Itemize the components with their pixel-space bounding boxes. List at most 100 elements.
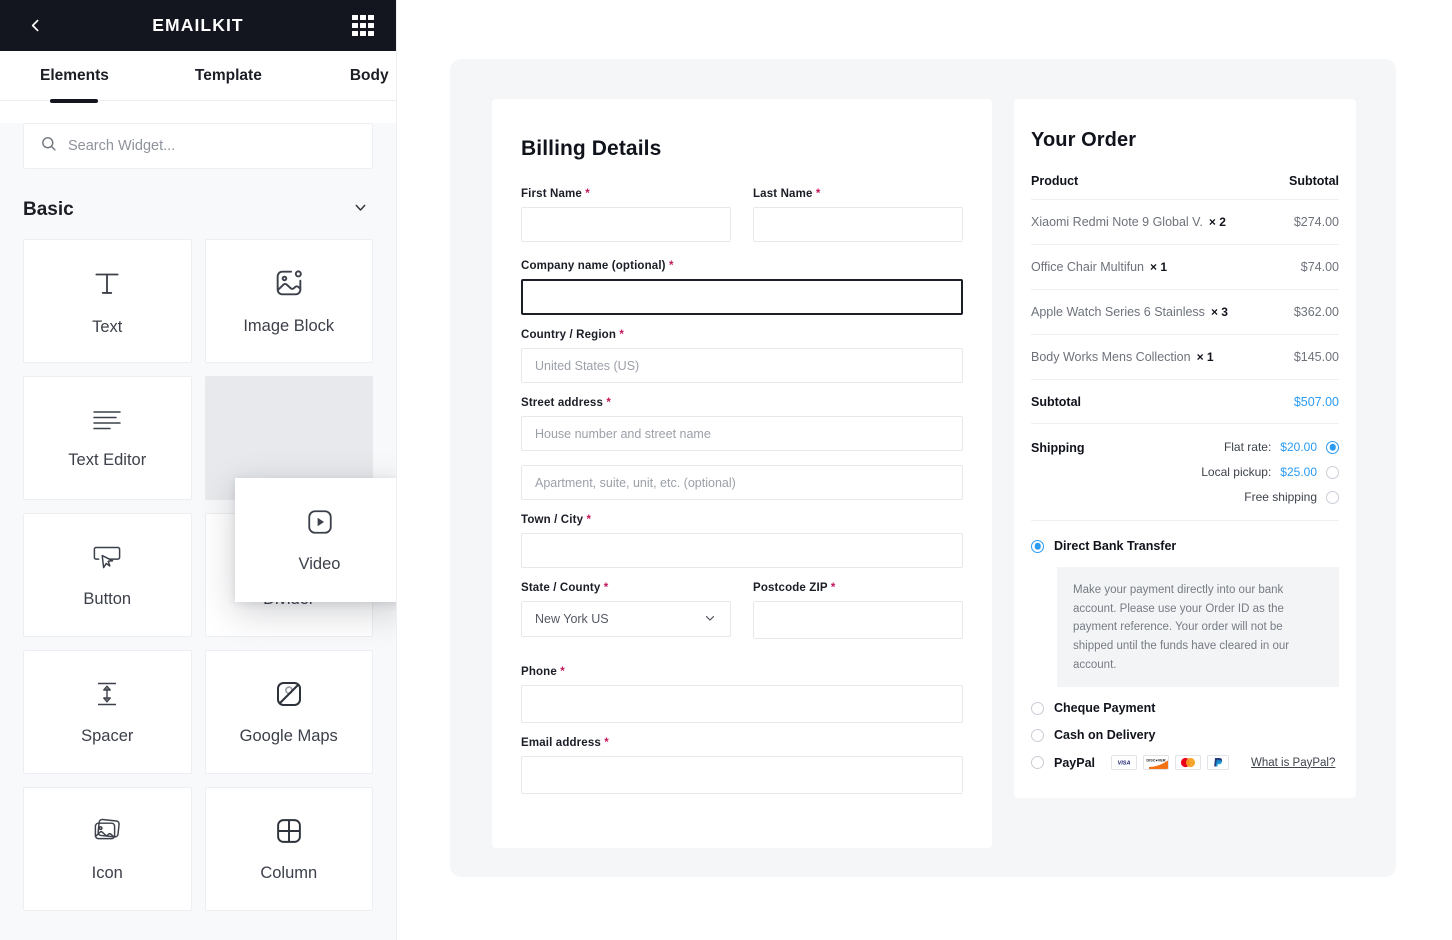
widget-card-image-block[interactable]: Image Block [204, 239, 373, 363]
chevron-down-icon[interactable] [352, 199, 369, 221]
order-title: Your Order [1031, 129, 1137, 151]
field-town-city: Town / City * [521, 514, 963, 568]
radio-direct-bank-transfer[interactable] [1031, 539, 1044, 553]
widget-section-basic-header[interactable]: Basic [23, 199, 373, 221]
table-row: Apple Watch Series 6 Stainless × 3 $362.0… [1031, 290, 1339, 335]
svg-text:VISA: VISA [1118, 761, 1131, 767]
search-box[interactable] [23, 123, 373, 169]
order-item-qty: × 2 [1208, 215, 1226, 229]
shipping-option-free-shipping[interactable]: Free shipping [1244, 490, 1339, 504]
street-address-input[interactable] [521, 416, 963, 451]
widget-card-spacer[interactable]: Spacer [23, 650, 192, 774]
company-name-input[interactable] [521, 279, 963, 315]
spacer-icon [91, 679, 123, 714]
button-cursor-icon [91, 542, 123, 577]
shipping-option-flat-rate[interactable]: Flat rate: $20.00 [1224, 440, 1339, 454]
widget-label: Icon [91, 863, 123, 882]
svg-text:DISC●VER: DISC●VER [1146, 759, 1165, 763]
app-topbar: EMAILKIT [0, 0, 396, 51]
widget-label: Column [260, 863, 318, 882]
widget-label: Spacer [81, 726, 134, 745]
radio-cash-on-delivery[interactable] [1031, 728, 1044, 742]
video-play-icon [305, 507, 335, 542]
subtotal-label: Subtotal [1031, 395, 1081, 409]
widget-label: Google Maps [239, 726, 338, 745]
order-item-qty: × 1 [1150, 260, 1168, 274]
payment-method-cheque-payment[interactable]: Cheque Payment [1031, 701, 1339, 715]
tab-template[interactable]: Template [177, 51, 280, 101]
shipping-option-local-pickup[interactable]: Local pickup: $25.00 [1201, 465, 1339, 479]
shipping-section: Shipping Flat rate: $20.00 Local pickup:… [1031, 424, 1339, 521]
first-name-input[interactable] [521, 207, 731, 242]
label-state-county: State / County * [521, 582, 609, 594]
label-last-name: Last Name * [753, 188, 821, 200]
email-address-input[interactable] [521, 756, 963, 794]
widget-label: Button [83, 589, 132, 608]
widget-card-text-editor[interactable]: Text Editor [23, 376, 192, 500]
text-editor-icon [90, 407, 124, 438]
back-icon[interactable] [22, 13, 48, 39]
phone-input[interactable] [521, 685, 963, 723]
table-row: Xiaomi Redmi Note 9 Global V. × 2 $274.00 [1031, 200, 1339, 245]
order-item-price: $362.00 [1293, 305, 1339, 319]
drag-preview-video-widget[interactable]: Video [235, 478, 396, 602]
payment-method-label: Cash on Delivery [1054, 728, 1156, 743]
col-product: Product [1031, 174, 1079, 188]
payment-method-label: PayPal [1054, 755, 1096, 770]
payment-method-label: Direct Bank Transfer [1054, 539, 1177, 553]
widget-card-column[interactable]: Column [204, 787, 373, 911]
order-item-qty: × 1 [1196, 350, 1214, 364]
payment-card-icons: VISA DISC●VER [1111, 755, 1230, 771]
payment-method-paypal[interactable]: PayPal VISA DISC●VER What is PayPal? [1031, 755, 1339, 771]
label-postcode-zip: Postcode ZIP * [753, 582, 836, 594]
label-first-name: First Name * [521, 188, 590, 200]
widget-label: Text [92, 317, 123, 336]
order-item-name: Apple Watch Series 6 Stainless [1031, 305, 1205, 319]
state-county-value: New York US [535, 612, 609, 626]
label-company-name: Company name (optional) * [521, 260, 674, 272]
payment-methods-section: Direct Bank Transfer Make your payment d… [1031, 521, 1339, 771]
discover-card-icon: DISC●VER [1143, 755, 1170, 771]
widget-card-text[interactable]: Text [23, 239, 192, 363]
widget-card-google-maps[interactable]: Google Maps [204, 650, 373, 774]
widget-card-button[interactable]: Button [23, 513, 192, 637]
grid-menu-icon[interactable] [352, 14, 374, 37]
country-region-input[interactable] [521, 348, 963, 383]
widget-card-icon[interactable]: Icon [23, 787, 192, 911]
radio-cheque-payment[interactable] [1031, 701, 1044, 715]
paypal-card-icon [1207, 755, 1230, 771]
payment-method-direct-bank-transfer[interactable]: Direct Bank Transfer [1031, 539, 1339, 553]
field-email-address: Email address * [521, 737, 963, 794]
image-block-icon [273, 267, 305, 304]
town-city-input[interactable] [521, 533, 963, 568]
postcode-zip-input[interactable] [753, 601, 963, 639]
field-street-address-2 [521, 465, 963, 500]
left-sidebar: EMAILKIT Elements Template Body Basic [0, 0, 396, 940]
state-county-select[interactable]: New York US [521, 601, 731, 637]
payment-method-label: Cheque Payment [1054, 701, 1156, 716]
tab-body[interactable]: Body [332, 51, 396, 101]
drag-preview-label: Video [298, 554, 341, 573]
apartment-input[interactable] [521, 465, 963, 500]
payment-method-cash-on-delivery[interactable]: Cash on Delivery [1031, 728, 1339, 742]
search-input[interactable] [68, 138, 356, 154]
radio-local-pickup[interactable] [1326, 465, 1339, 479]
icon-images-icon [91, 816, 123, 851]
widget-label: Image Block [243, 316, 335, 335]
radio-flat-rate[interactable] [1326, 440, 1339, 454]
label-email-address: Email address * [521, 737, 609, 749]
order-item-name: Office Chair Multifun [1031, 260, 1145, 274]
billing-title: Billing Details [521, 137, 662, 160]
table-row: Body Works Mens Collection × 1 $145.00 [1031, 335, 1339, 380]
last-name-input[interactable] [753, 207, 963, 242]
payment-description-box: Make your payment directly into our bank… [1057, 567, 1339, 688]
tab-elements[interactable]: Elements [22, 51, 127, 101]
radio-paypal[interactable] [1031, 756, 1044, 770]
field-postcode-zip: Postcode ZIP * [753, 582, 963, 639]
what-is-paypal-link[interactable]: What is PayPal? [1251, 757, 1335, 769]
table-row: Office Chair Multifun × 1 $74.00 [1031, 245, 1339, 290]
payment-description-text: Make your payment directly into our bank… [1073, 584, 1290, 671]
radio-free-shipping[interactable] [1326, 490, 1339, 504]
field-country-region: Country / Region * [521, 329, 963, 383]
shipping-option-label: Flat rate: [1223, 440, 1272, 454]
